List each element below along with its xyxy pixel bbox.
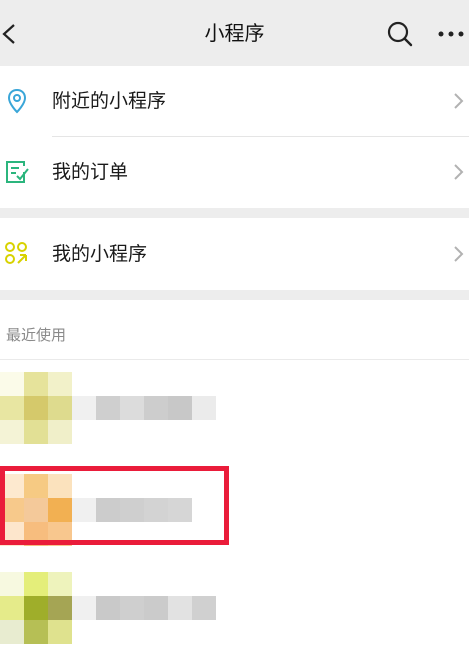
nearby-mini-programs-item[interactable]: 附近的小程序 <box>0 66 469 136</box>
recent-app-item[interactable] <box>0 474 469 554</box>
chevron-right-icon <box>454 164 464 180</box>
app-icon-pixelated <box>0 572 72 644</box>
apps-grid-icon <box>5 242 27 264</box>
menu-card-secondary: 我的小程序 <box>0 218 469 290</box>
recent-card: 最近使用 <box>0 300 469 671</box>
app-icon-pixelated <box>0 474 72 546</box>
menu-card-primary: 附近的小程序 我的订单 <box>0 66 469 208</box>
recent-app-item[interactable] <box>0 372 469 452</box>
my-orders-label: 我的订单 <box>52 161 129 183</box>
recent-section-title: 最近使用 <box>6 326 67 344</box>
my-orders-item[interactable]: 我的订单 <box>0 137 469 207</box>
app-icon-pixelated <box>0 372 72 444</box>
search-icon[interactable] <box>387 21 413 47</box>
recent-app-item[interactable] <box>0 572 469 652</box>
more-icon[interactable] <box>438 30 464 38</box>
divider <box>0 359 469 360</box>
my-mini-programs-item[interactable]: 我的小程序 <box>0 219 469 289</box>
order-list-icon <box>6 161 29 183</box>
my-mini-programs-label: 我的小程序 <box>52 243 148 265</box>
chevron-right-icon <box>454 246 464 262</box>
location-pin-icon <box>7 88 27 114</box>
chevron-right-icon <box>454 93 464 109</box>
nav-bar: 小程序 <box>0 0 469 66</box>
nearby-label: 附近的小程序 <box>52 90 167 112</box>
